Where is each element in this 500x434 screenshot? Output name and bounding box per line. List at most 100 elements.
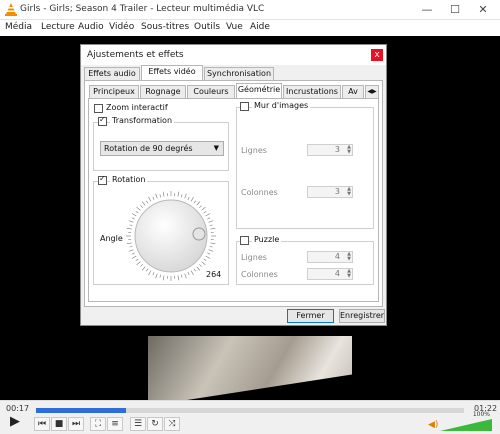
rows-value: 3 — [334, 145, 340, 154]
seek-bar[interactable] — [36, 408, 464, 413]
dial-tick — [155, 273, 158, 279]
rotation-checkbox[interactable] — [98, 174, 107, 185]
stop-icon[interactable]: ■ — [51, 417, 67, 431]
dial-tick — [181, 274, 183, 278]
puzzle-rows-value: 4 — [334, 252, 340, 261]
dial-tick — [131, 252, 135, 255]
dial-tick — [187, 272, 190, 276]
dial-tick — [199, 264, 202, 267]
angle-dial[interactable] — [125, 190, 217, 282]
dial-knob[interactable] — [192, 227, 206, 241]
dial-tick — [203, 258, 207, 261]
dial-tick — [159, 194, 161, 198]
menu-media[interactable]: Média — [5, 22, 32, 32]
menu-help[interactable]: Aide — [250, 22, 270, 32]
previous-icon[interactable]: ⏮ — [34, 417, 50, 431]
dial-tick — [193, 268, 196, 272]
extended-settings-icon[interactable]: ≡ — [107, 417, 123, 431]
close-dialog-button[interactable]: Fermer — [287, 309, 334, 323]
dial-tick — [177, 275, 180, 281]
dial-tick — [201, 206, 206, 211]
elapsed-time: 00:17 — [6, 404, 30, 413]
spin-arrows-icon: ▲ ▼ — [347, 268, 351, 279]
close-button[interactable]: ✕ — [469, 0, 497, 20]
volume-label: 100% — [472, 411, 490, 418]
tab-principeux[interactable]: Principeux — [89, 85, 139, 98]
tab-geometrie[interactable]: Géométrie — [236, 83, 282, 98]
dial-tick — [146, 268, 149, 272]
puzzle-cols-spinbox[interactable]: 4 ▲ ▼ — [307, 268, 353, 280]
vlc-cone-icon — [5, 3, 17, 16]
dial-tick — [177, 191, 180, 197]
play-icon[interactable]: ▶ — [6, 415, 24, 432]
shuffle-icon[interactable]: ⤨ — [164, 417, 180, 431]
dial-tick — [210, 242, 216, 245]
zoom-label: Zoom interactif — [106, 103, 168, 112]
dial-tick — [199, 205, 202, 208]
playlist-icon[interactable]: ☰ — [130, 417, 146, 431]
zoom-checkbox[interactable] — [94, 104, 103, 113]
angle-label: Angle — [100, 234, 123, 243]
dial-tick — [205, 255, 211, 259]
transform-label: Transformation — [110, 116, 175, 125]
dial-tick — [129, 224, 133, 226]
tab-synchronisation[interactable]: Synchronisation — [204, 67, 274, 80]
spin-arrows-icon: ▲ ▼ — [347, 186, 351, 197]
save-button[interactable]: Enregistrer — [339, 309, 385, 323]
seek-progress — [36, 408, 126, 413]
dial-tick — [196, 201, 201, 206]
dial-tick — [209, 224, 213, 226]
dial-tick — [141, 266, 146, 271]
puzzle-cols-value: 4 — [334, 269, 340, 278]
menu-view[interactable]: Vue — [226, 22, 243, 32]
dial-tick — [184, 193, 187, 199]
loop-icon[interactable]: ↻ — [147, 417, 163, 431]
transform-checkbox[interactable] — [98, 115, 107, 126]
menu-video[interactable]: Vidéo — [109, 22, 134, 32]
wall-label: Mur d'images — [252, 101, 311, 110]
cols-value: 3 — [334, 187, 340, 196]
puzzle-rows-spinbox[interactable]: 4 ▲ ▼ — [307, 251, 353, 263]
dial-tick — [136, 261, 141, 266]
dial-tick — [146, 200, 149, 204]
volume-icon[interactable]: ◀) — [428, 420, 438, 430]
rows-spinbox[interactable]: 3 ▲ ▼ — [307, 144, 353, 156]
tab-video-effects[interactable]: Effets vidéo — [141, 65, 203, 80]
dial-tick — [184, 273, 187, 279]
maximize-button[interactable]: ☐ — [441, 0, 469, 20]
wall-checkbox[interactable] — [240, 102, 249, 111]
angle-value: 264 — [206, 270, 222, 279]
puzzle-cols-label: Colonnes — [241, 270, 278, 279]
menu-lecture[interactable]: Lecture — [41, 22, 75, 32]
menu-audio[interactable]: Audio — [78, 22, 104, 32]
transform-select-value: Rotation de 90 degrés — [104, 144, 193, 153]
dial-tick — [208, 249, 214, 252]
controls-bar: 00:17 01:22 ▶ ⏮ ■ ⏭ ⛶ ≡ ☰ ↻ ⤨ ◀) 100% — [0, 400, 500, 434]
dial-tick — [159, 274, 161, 278]
dial-tick — [131, 213, 137, 217]
menu-subtitles[interactable]: Sous-titres — [141, 22, 189, 32]
dial-tick — [148, 196, 152, 202]
dial-tick — [140, 205, 143, 208]
fullscreen-icon[interactable]: ⛶ — [90, 417, 106, 431]
next-icon[interactable]: ⏭ — [68, 417, 84, 431]
tab-avance[interactable]: Av — [342, 85, 364, 98]
spin-arrows-icon: ▲ ▼ — [347, 251, 351, 262]
dialog-title: Ajustements et effets — [87, 50, 184, 60]
menu-tools[interactable]: Outils — [194, 22, 220, 32]
volume-slider[interactable]: 100% — [440, 411, 492, 431]
transform-select[interactable]: Rotation de 90 degrés ▼ — [100, 141, 224, 156]
minimize-button[interactable]: — — [413, 0, 441, 20]
effects-dialog: Ajustements et effets x Effets audio Eff… — [80, 44, 387, 326]
tab-scroll-arrows[interactable]: ◀▶ — [365, 85, 379, 98]
tab-incrustations[interactable]: Incrustations — [283, 85, 341, 98]
tab-couleurs[interactable]: Couleurs — [187, 85, 235, 98]
puzzle-checkbox[interactable] — [240, 236, 249, 245]
tab-rognage[interactable]: Rognage — [140, 85, 186, 98]
tab-audio-effects[interactable]: Effets audio — [84, 67, 140, 80]
cols-spinbox[interactable]: 3 ▲ ▼ — [307, 186, 353, 198]
rows-label: Lignes — [241, 146, 267, 155]
dial-tick — [196, 266, 201, 271]
dialog-close-button[interactable]: x — [371, 49, 383, 61]
dial-tick — [131, 217, 135, 220]
